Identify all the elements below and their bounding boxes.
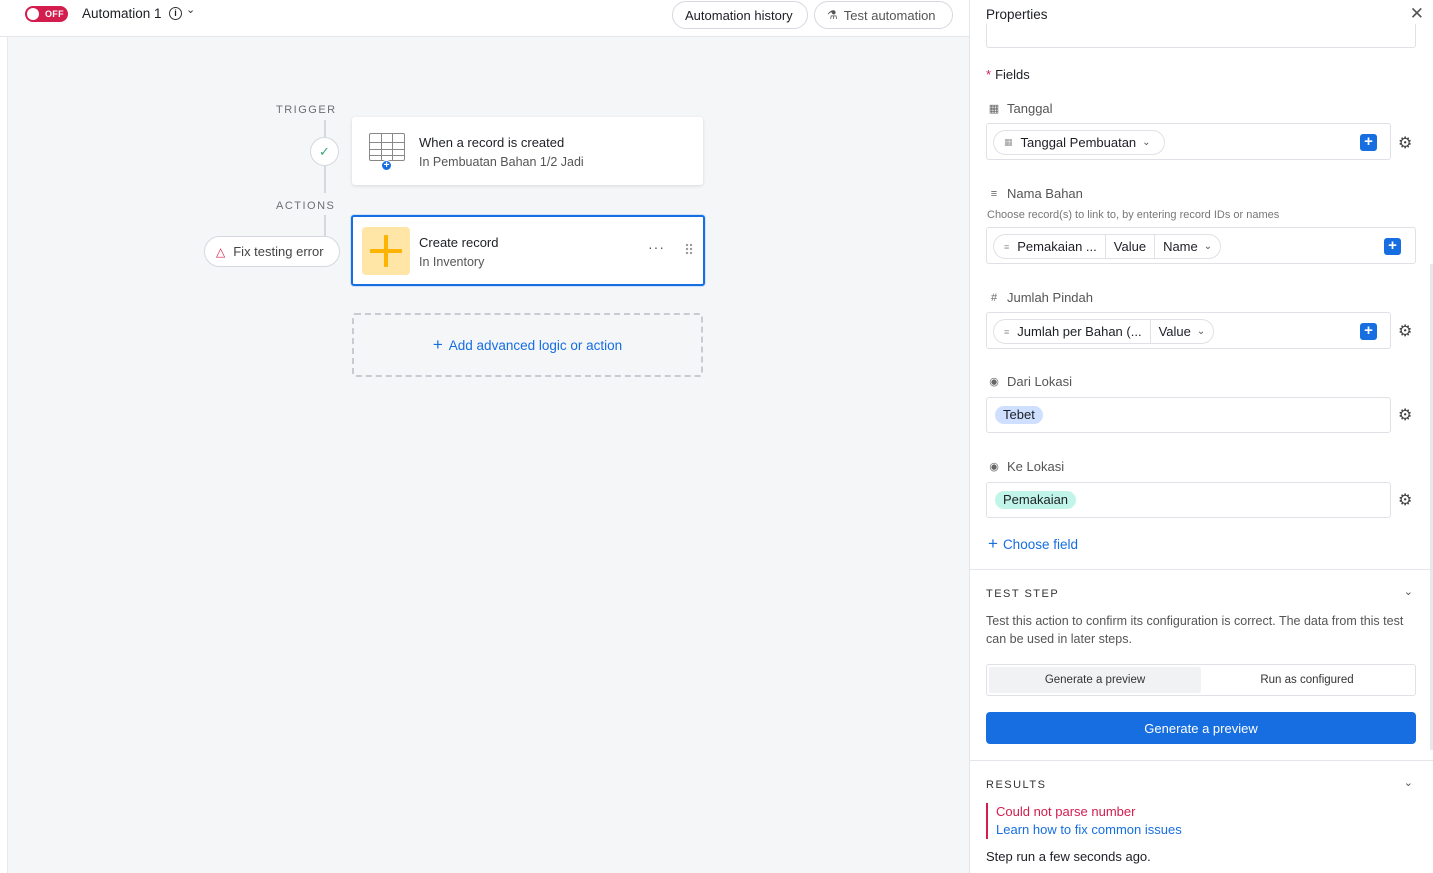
trigger-subtitle: In Pembuatan Bahan 1/2 Jadi <box>419 155 584 169</box>
automation-toggle[interactable]: OFF <box>25 6 68 22</box>
chevron-down-icon[interactable]: ⌄ <box>1404 585 1413 598</box>
calendar-icon: ▦ <box>988 103 1000 115</box>
chip-pemakaian[interactable]: Pemakaian <box>995 491 1077 509</box>
warning-icon: △ <box>216 244 226 259</box>
option-run-as-configured[interactable]: Run as configured <box>1201 667 1413 693</box>
generate-preview-button[interactable]: Generate a preview <box>986 712 1416 744</box>
fix-testing-error-button[interactable]: △ Fix testing error <box>204 236 340 267</box>
info-icon[interactable]: i <box>169 7 182 20</box>
plus-badge-icon: + <box>381 160 392 171</box>
panel-title: Properties <box>986 7 1048 22</box>
trigger-card[interactable]: + When a record is created In Pembuatan … <box>352 117 703 185</box>
gear-icon[interactable]: ⚙ <box>1398 405 1412 425</box>
toggle-knob <box>27 8 39 20</box>
token-jumlah-per-bahan[interactable]: ≡ Jumlah per Bahan (... Value ⌄ <box>993 319 1215 344</box>
trigger-section-label: TRIGGER <box>276 104 337 116</box>
gear-icon[interactable]: ⚙ <box>1398 133 1412 153</box>
connector-line <box>324 215 326 236</box>
insert-plus-icon[interactable]: + <box>1360 323 1377 340</box>
fix-issues-link[interactable]: Learn how to fix common issues <box>996 821 1182 839</box>
field-input-dari-lokasi[interactable]: Tebet <box>986 397 1391 433</box>
gear-icon[interactable]: ⚙ <box>1398 321 1412 341</box>
field-hint-nama-bahan: Choose record(s) to link to, by entering… <box>987 209 1280 221</box>
select-icon: ◉ <box>989 376 999 388</box>
field-input-nama-bahan[interactable]: ≡ Pemakaian ... Value Name ⌄ + <box>986 227 1416 264</box>
more-options-icon[interactable]: ··· <box>648 239 665 255</box>
action-subtitle: In Inventory <box>419 255 485 269</box>
test-automation-button[interactable]: ⚗ Test automation <box>814 1 953 29</box>
field-label-jumlah-pindah: # Jumlah Pindah <box>987 290 1093 305</box>
flask-icon: ⚗ <box>827 8 838 22</box>
field-label-dari-lokasi: ◉ Dari Lokasi <box>987 374 1072 389</box>
canvas-divider <box>7 37 8 873</box>
action-card[interactable]: Create record In Inventory ··· <box>351 215 705 286</box>
add-logic-button[interactable]: + Add advanced logic or action <box>352 313 703 377</box>
connector-line <box>324 120 326 137</box>
token-pemakaian[interactable]: ≡ Pemakaian ... Value Name ⌄ <box>993 234 1222 259</box>
step-run-status: Step run a few seconds ago. <box>986 849 1151 864</box>
field-input-tanggal[interactable]: ▦ Tanggal Pembuatan ⌄ + <box>986 123 1391 160</box>
error-block: Could not parse number Learn how to fix … <box>986 803 1182 839</box>
field-label-nama-bahan: ≡ Nama Bahan <box>987 186 1083 201</box>
link-icon: ≡ <box>990 187 998 200</box>
actions-section-label: ACTIONS <box>276 200 336 212</box>
trigger-title: When a record is created <box>419 135 565 150</box>
field-label-ke-lokasi: ◉ Ke Lokasi <box>987 459 1064 474</box>
insert-plus-icon[interactable]: + <box>1384 238 1401 255</box>
hash-icon: # <box>990 291 998 304</box>
chevron-down-icon[interactable]: ⌄ <box>1204 241 1212 252</box>
test-mode-selector: Generate a preview Run as configured <box>986 664 1416 696</box>
calendar-icon: ▦ <box>1004 137 1013 147</box>
chevron-down-icon[interactable]: ⌄ <box>1142 137 1150 148</box>
error-message: Could not parse number <box>996 804 1136 819</box>
field-input-ke-lokasi[interactable]: Pemakaian <box>986 482 1391 518</box>
test-step-description: Test this action to confirm its configur… <box>986 614 1404 646</box>
divider <box>970 760 1433 761</box>
gear-icon[interactable]: ⚙ <box>1398 490 1412 510</box>
token-tanggal-pembuatan[interactable]: ▦ Tanggal Pembuatan ⌄ <box>993 130 1165 155</box>
toggle-state-label: OFF <box>45 9 64 19</box>
divider <box>970 569 1433 570</box>
link-icon: ≡ <box>1004 326 1010 337</box>
check-icon: ✓ <box>310 137 339 166</box>
table-icon <box>369 133 405 161</box>
chevron-down-icon[interactable]: ⌄ <box>186 3 195 16</box>
test-step-heading: TEST STEP <box>986 588 1060 600</box>
chevron-down-icon[interactable]: ⌄ <box>1404 776 1413 789</box>
field-input-jumlah-pindah[interactable]: ≡ Jumlah per Bahan (... Value ⌄ + <box>986 312 1391 349</box>
close-icon[interactable]: ✕ <box>1410 4 1424 24</box>
top-bar: OFF Automation 1 i ⌄ Automation history … <box>0 0 969 37</box>
chip-tebet[interactable]: Tebet <box>995 406 1043 424</box>
automation-history-button[interactable]: Automation history <box>672 1 808 29</box>
plus-icon: + <box>988 534 998 553</box>
add-logic-label: Add advanced logic or action <box>448 337 623 353</box>
fix-testing-error-label: Fix testing error <box>233 244 324 259</box>
link-icon: ≡ <box>1004 241 1010 252</box>
option-generate-preview[interactable]: Generate a preview <box>989 667 1201 693</box>
choose-field-button[interactable]: + Choose field <box>988 534 1078 554</box>
automation-history-label: Automation history <box>685 7 793 23</box>
select-icon: ◉ <box>989 461 999 473</box>
fields-heading: * Fields <box>986 67 1030 82</box>
connector-line <box>324 166 326 193</box>
action-title: Create record <box>419 235 499 250</box>
field-label-tanggal: ▦ Tanggal <box>988 101 1053 116</box>
drag-handle-icon[interactable] <box>685 243 693 255</box>
chevron-down-icon[interactable]: ⌄ <box>1197 326 1205 337</box>
table-select-field[interactable] <box>986 24 1416 48</box>
automation-name[interactable]: Automation 1 <box>82 6 162 21</box>
insert-plus-icon[interactable]: + <box>1360 134 1377 151</box>
create-record-icon <box>362 227 410 275</box>
results-heading: RESULTS <box>986 779 1047 791</box>
plus-icon: + <box>432 335 443 354</box>
test-automation-label: Test automation <box>843 7 936 23</box>
properties-panel: Properties ✕ * Fields ▦ Tanggal ▦ Tanggal… <box>969 0 1433 873</box>
